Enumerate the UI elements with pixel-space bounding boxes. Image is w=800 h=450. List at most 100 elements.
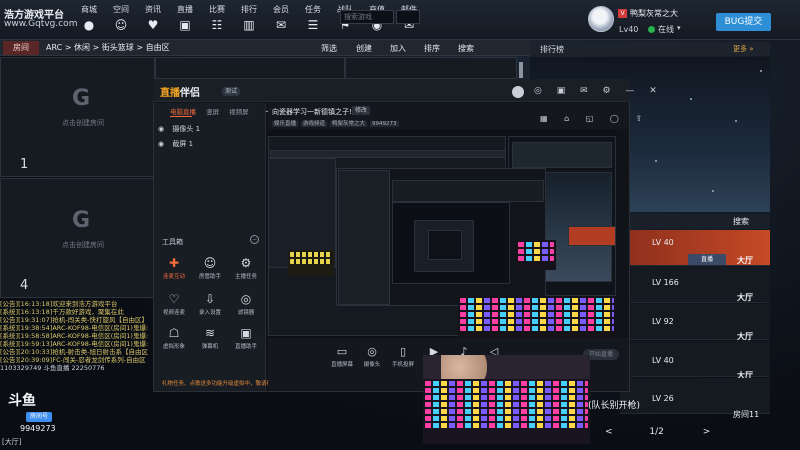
tool-item[interactable]: ⚙ 主播任务	[228, 256, 264, 280]
window-controls[interactable]: ◎ ▣ ✉ ⚙ — ✕	[534, 86, 663, 96]
room-number: 4	[20, 278, 29, 293]
player-level: LV 26	[652, 394, 674, 403]
tool-item[interactable]: ⇩ 录入设置	[192, 292, 228, 316]
webcam-caption: (队长别开枪)	[588, 401, 641, 411]
avatar[interactable]	[588, 6, 614, 32]
room-title: 向瓷器学习一新德镇之子!	[272, 108, 352, 116]
platform-url: www.Gqtvg.com	[4, 19, 78, 29]
room-id: 9949273	[370, 121, 399, 127]
task-icon: ☰	[307, 18, 319, 32]
hall-link[interactable]: 大厅	[737, 255, 753, 266]
chat-line: [系统][19:58:58]ARC-KOF98-电信区(房间1)鬼爆:	[0, 332, 149, 340]
nav-news[interactable]: 资讯 ♥	[137, 3, 169, 37]
hall-link[interactable]: 大厅	[737, 292, 753, 303]
next-page-button[interactable]: >	[703, 427, 711, 437]
tab-underline	[170, 116, 192, 117]
player-level: LV 40	[652, 238, 674, 247]
page-indicator: 1/2	[649, 427, 664, 437]
room-number: 1	[20, 157, 29, 172]
anchor-name: 鸭梨灰常之大	[330, 121, 368, 127]
tab-video[interactable]: 视频屏	[229, 108, 249, 116]
room-action-icons[interactable]: ▦ ⌂ ◱ ◯ ⇪	[540, 114, 649, 123]
filter-button[interactable]: 筛选	[321, 43, 337, 54]
tool-item[interactable]: ✚ 连麦互动	[156, 256, 192, 280]
video-link-icon: ♡	[168, 292, 180, 306]
room-logo-icon: G	[72, 86, 91, 111]
user-name: 鸭梨灰常之大	[630, 9, 678, 18]
chat-log: [公告][16:13:18]欢迎来到浩方游戏平台 [系统][16:13:18]千…	[0, 300, 155, 392]
chevron-down-icon[interactable]: ▾	[677, 24, 681, 32]
tab-pc-live[interactable]: 电脑直播	[170, 108, 196, 116]
eye-icon[interactable]: ◉	[158, 125, 164, 133]
filter-icon: ◎	[240, 292, 252, 306]
nav-shop[interactable]: 商城 ●	[73, 3, 105, 37]
category-tag[interactable]: 娱乐直播	[272, 121, 299, 127]
douyu-logo: 斗鱼	[8, 393, 36, 409]
online-status-icon	[648, 26, 655, 33]
sort-button[interactable]: 排序	[424, 43, 440, 54]
version-badge: 测试	[222, 87, 241, 96]
tool-item[interactable]: ☺ 房管助手	[192, 256, 228, 280]
room-create-hint: 点击创建房间	[62, 241, 104, 249]
hall-label: [大厅]	[2, 438, 22, 446]
join-button[interactable]: 加入	[390, 43, 406, 54]
tab-vertical[interactable]: 竖屏	[206, 108, 219, 116]
source-name: 截屏 1	[172, 140, 194, 148]
assistant-icon: ▣	[240, 326, 252, 340]
heart-icon: ♥	[147, 18, 159, 32]
create-button[interactable]: 创建	[356, 43, 372, 54]
tab-room[interactable]: 房间	[3, 41, 39, 55]
room-admin-icon: ☺	[203, 256, 217, 270]
player-level: LV 40	[652, 356, 674, 365]
tool-item[interactable]: ▣ 直播助手	[228, 326, 264, 350]
prev-page-button[interactable]: <	[605, 427, 613, 437]
search-button[interactable]: 搜索	[458, 43, 474, 54]
tool-item[interactable]: ◎ 滤镜器	[228, 292, 264, 316]
chat-line: [系统][19:59:13]ARC-KOF98-电信区(房间1)鬼爆:	[0, 340, 149, 348]
room-slot[interactable]	[155, 57, 345, 79]
player-search-button[interactable]: 搜索	[733, 216, 749, 227]
source-name: 摄像头 1	[172, 125, 201, 133]
room-slot[interactable]	[345, 57, 517, 79]
nav-space[interactable]: 空间 ☺	[105, 3, 137, 37]
game-search-button[interactable]	[396, 10, 420, 24]
link-mic-icon: ✚	[168, 256, 180, 270]
rank-more-link[interactable]: 更多 »	[733, 44, 754, 54]
room-id: 9949273	[20, 424, 56, 433]
source-item[interactable]: ◉ 截屏 1	[158, 139, 193, 149]
match-icon: ☷	[211, 18, 223, 32]
rank-title: 排行榜	[540, 45, 564, 54]
tips-text: 礼物任务、点歌送多功能升级虚拟中，敬请期待	[162, 381, 278, 387]
stream-app-logo: 直播伴侣	[160, 88, 200, 99]
nav-task[interactable]: 任务 ☰	[297, 3, 329, 37]
chat-line: [公告][20:10:33]抢机-射击类-旭日射击系【自由区	[0, 348, 149, 356]
source-item[interactable]: ◉ 摄像头 1	[158, 124, 200, 134]
tool-item[interactable]: ≋ 弹幕机	[192, 326, 228, 350]
tool-item[interactable]: ☖ 虚拟形象	[156, 326, 192, 350]
player-level: LV 92	[652, 317, 674, 326]
nav-rank[interactable]: 排行 ▥	[233, 3, 265, 37]
room-create-hint: 点击创建房间	[62, 119, 104, 127]
eye-icon[interactable]: ◉	[158, 140, 164, 148]
avatar[interactable]	[512, 86, 524, 98]
tool-item[interactable]: ♡ 视频连麦	[156, 292, 192, 316]
rank-icon: ▥	[243, 18, 255, 32]
online-status-select[interactable]: 在线	[658, 24, 674, 35]
stream-preview[interactable]	[268, 130, 616, 338]
nav-match[interactable]: 比赛 ☷	[201, 3, 233, 37]
game-search-input[interactable]: 搜索游戏	[340, 10, 394, 24]
pager: < 1/2 >	[605, 427, 765, 439]
shop-icon: ●	[83, 18, 95, 32]
task-icon: ⚙	[240, 256, 252, 270]
chat-line: [系统][19:38:54]ARC-KOF98-电信区(房间1)鬼爆:	[0, 324, 149, 332]
scrollbar[interactable]	[519, 62, 523, 78]
collapse-icon[interactable]: −	[250, 235, 259, 244]
edit-title-button[interactable]: 修改	[352, 106, 371, 115]
nav-vip[interactable]: 会员 ✉	[265, 3, 297, 37]
user-level: Lv40	[619, 25, 639, 34]
bug-report-button[interactable]: BUG提交	[716, 13, 771, 31]
nav-live[interactable]: 直播 ▣	[169, 3, 201, 37]
live-badge[interactable]: 直播	[688, 254, 726, 265]
live-icon: ▣	[179, 18, 191, 32]
channel-tag[interactable]: 游戏频道	[301, 121, 328, 127]
